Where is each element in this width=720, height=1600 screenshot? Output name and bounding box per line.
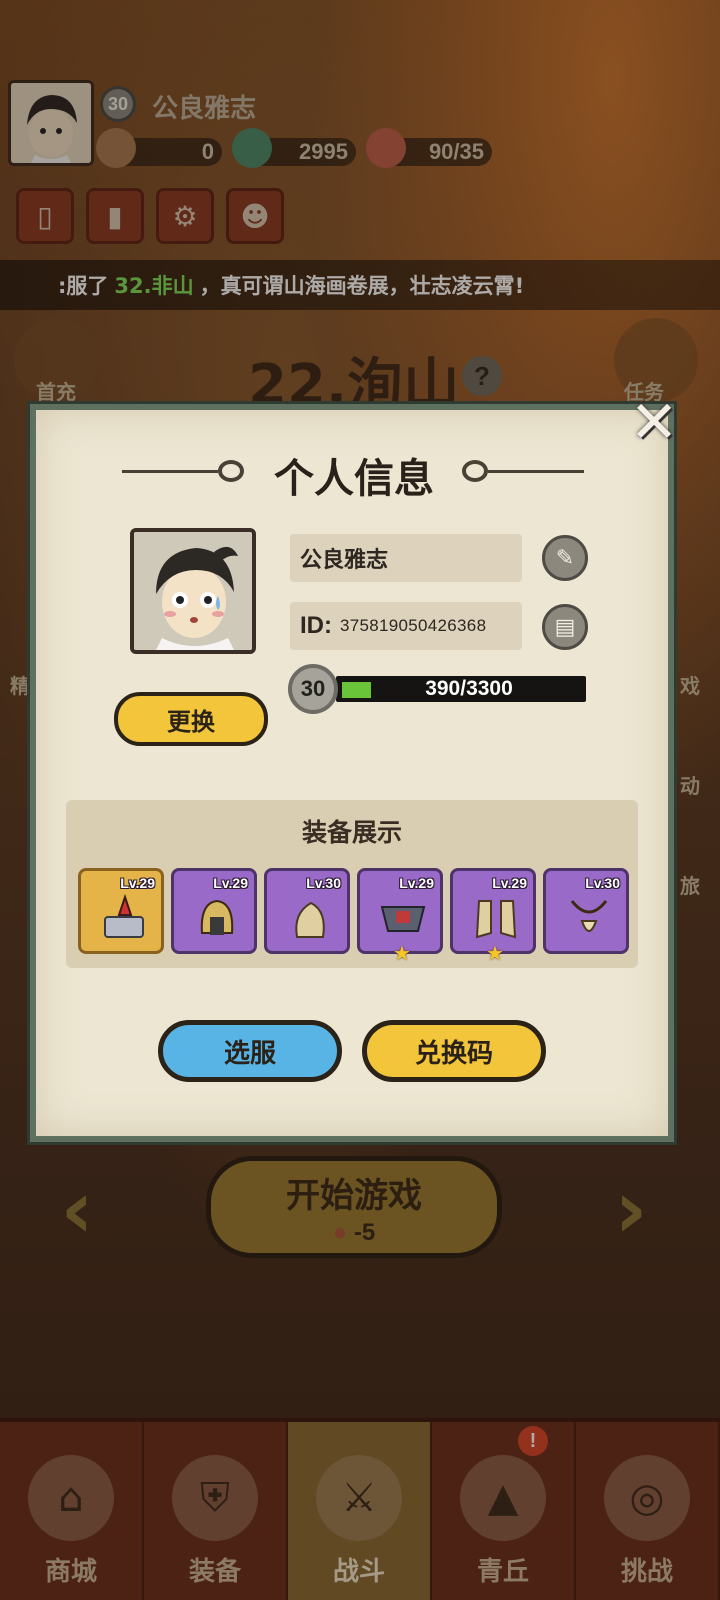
close-icon[interactable]: ✕ [628, 393, 680, 451]
profile-avatar [130, 528, 256, 654]
star-icon: ★ [393, 941, 411, 965]
equipment-slot[interactable]: Lv.29 ★ [450, 868, 536, 963]
helmet-icon [200, 899, 234, 935]
equipment-slot[interactable]: Lv.30 [264, 868, 350, 954]
equipment-slot[interactable]: Lv.30 [543, 868, 629, 954]
gauntlet-icon [295, 901, 325, 938]
player-id-field: ID: 375819050426368 [290, 602, 522, 650]
equipment-level: Lv.29 [399, 875, 434, 891]
boots-icon [475, 900, 517, 939]
equipment-slot[interactable]: Lv.29 [78, 868, 164, 954]
necklace-icon [570, 900, 608, 932]
profile-modal [30, 404, 674, 1142]
equipment-level: Lv.29 [120, 875, 155, 891]
copy-id-button[interactable]: ▤ [542, 604, 588, 650]
player-id-value: 375819050426368 [340, 616, 487, 635]
equipment-level: Lv.30 [306, 875, 341, 891]
title-divider-left [122, 470, 218, 473]
star-icon: ★ [486, 941, 504, 965]
copy-icon: ▤ [554, 614, 576, 640]
equipment-level: Lv.30 [585, 875, 620, 891]
equipment-slot[interactable]: Lv.29 ★ [357, 868, 443, 963]
select-server-button[interactable]: 选服 [158, 1020, 342, 1082]
title-ornament-right [462, 460, 488, 482]
modal-title: 个人信息 [274, 456, 434, 502]
experience-text: 390/3300 [425, 677, 513, 700]
player-name-field: 公良雅志 [290, 534, 522, 582]
equipment-level: Lv.29 [492, 875, 527, 891]
belt-icon [380, 906, 426, 932]
equipment-slot[interactable]: Lv.29 [171, 868, 257, 954]
rename-button[interactable]: ✎ [542, 535, 588, 581]
experience-bar: 390/3300 [336, 676, 586, 702]
profile-level-badge: 30 [288, 664, 338, 714]
title-divider-right [488, 470, 584, 473]
title-ornament-left [218, 460, 244, 482]
weapon-box-icon [104, 893, 144, 938]
equipment-level: Lv.29 [213, 875, 248, 891]
redeem-code-button[interactable]: 兑换码 [362, 1020, 546, 1082]
edit-brush-icon: ✎ [555, 545, 575, 571]
equipment-showcase-title: 装备展示 [301, 818, 402, 847]
change-avatar-button[interactable]: 更换 [114, 692, 268, 746]
player-id-label: ID: [300, 612, 332, 639]
